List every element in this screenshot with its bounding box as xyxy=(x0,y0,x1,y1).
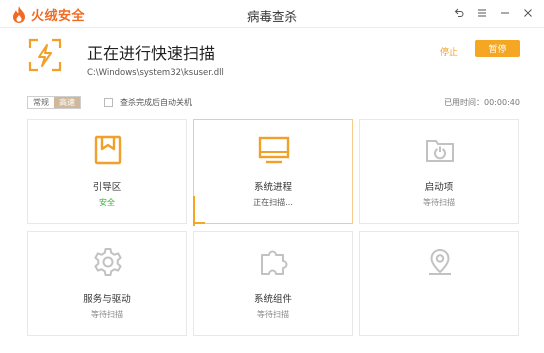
bookmark-icon xyxy=(94,135,122,165)
scan-item-name: 系统进程 xyxy=(253,182,292,193)
scan-item-status: 等待扫描 xyxy=(423,198,455,207)
elapsed-time: 已用时间：00:00:40 xyxy=(444,98,520,107)
scan-item-components[interactable]: 系统组件 等待扫描 xyxy=(193,231,353,336)
close-icon[interactable] xyxy=(520,5,536,21)
gear-icon xyxy=(94,248,122,276)
monitor-icon xyxy=(258,136,290,164)
scan-item-boot[interactable]: 引导区 安全 xyxy=(27,119,187,224)
scan-item-name: 启动项 xyxy=(424,182,454,193)
scan-item-name: 引导区 xyxy=(92,182,122,193)
auto-shutdown-label: 查杀完成后自动关机 xyxy=(120,98,192,107)
scan-item-status: 等待扫描 xyxy=(257,310,289,319)
stop-button[interactable]: 停止 xyxy=(440,45,458,58)
scan-item-processes[interactable]: 系统进程 正在扫描... xyxy=(193,119,353,226)
scan-item-status: 等待扫描 xyxy=(91,310,123,319)
scan-item-name: 服务与驱动 xyxy=(83,294,131,305)
minimize-icon[interactable] xyxy=(497,5,513,21)
scan-bolt-icon xyxy=(28,38,62,72)
back-icon[interactable] xyxy=(451,5,467,21)
scan-item-location[interactable] xyxy=(359,231,519,336)
scan-mode-toggle: 常规 高速 xyxy=(27,96,81,109)
mode-fast[interactable]: 高速 xyxy=(54,97,80,108)
pause-button[interactable]: 暂停 xyxy=(475,40,520,57)
mode-normal[interactable]: 常规 xyxy=(28,97,54,108)
scan-item-services[interactable]: 服务与驱动 等待扫描 xyxy=(27,231,187,336)
power-folder-icon xyxy=(426,140,454,162)
menu-icon[interactable] xyxy=(474,5,490,21)
scan-item-status: 正在扫描... xyxy=(253,198,293,207)
scan-progress-indicator-base xyxy=(193,222,205,224)
scan-title: 正在进行快速扫描 xyxy=(87,44,216,63)
scan-item-name: 系统组件 xyxy=(253,294,292,305)
current-file-path: C:\Windows\system32\ksuser.dll xyxy=(87,68,224,78)
puzzle-icon xyxy=(261,250,288,275)
auto-shutdown-checkbox[interactable] xyxy=(104,98,113,107)
scan-item-startup[interactable]: 启动项 等待扫描 xyxy=(359,119,519,224)
title-bar: 火绒安全 病毒查杀 xyxy=(0,0,544,28)
location-pin-icon xyxy=(429,248,451,275)
options-bar: 常规 高速 查杀完成后自动关机 已用时间：00:00:40 xyxy=(0,92,544,112)
auto-shutdown-option[interactable]: 查杀完成后自动关机 xyxy=(104,97,192,108)
scan-item-status: 安全 xyxy=(99,198,115,207)
